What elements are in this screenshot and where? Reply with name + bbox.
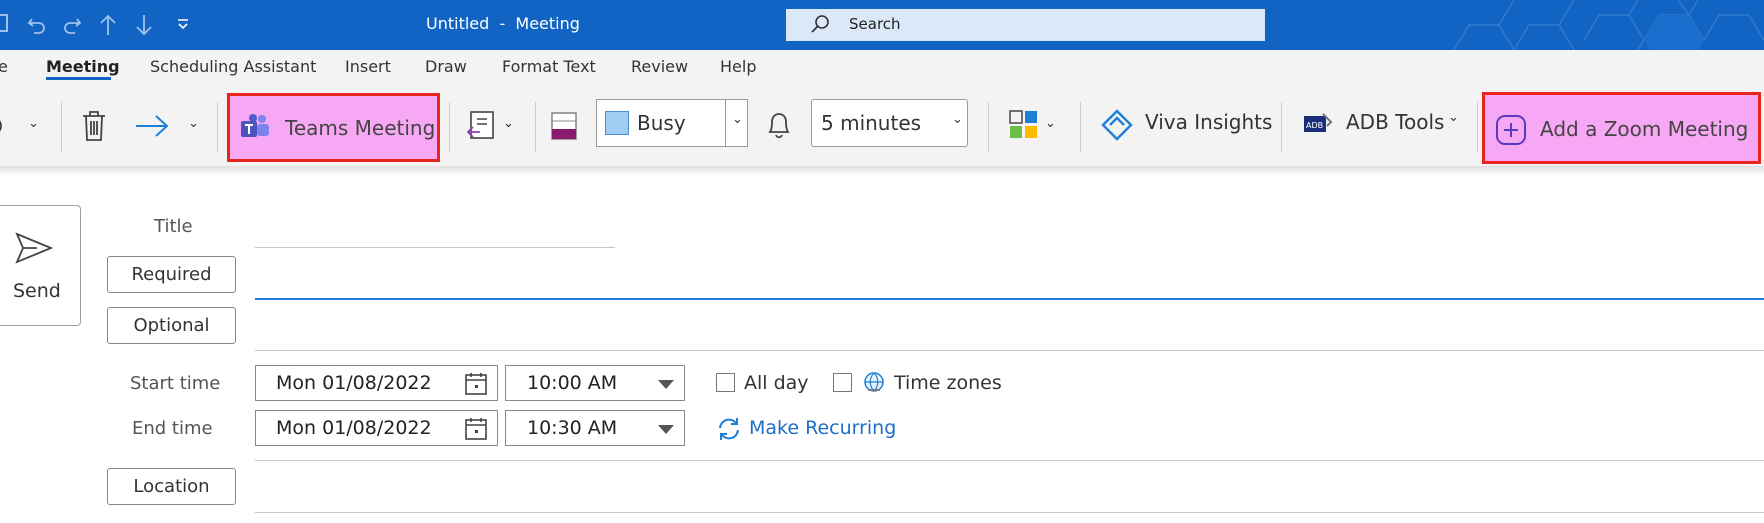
tab-help[interactable]: Help	[720, 57, 756, 76]
optional-attendees-button[interactable]: Optional	[107, 307, 236, 344]
svg-text:ADB: ADB	[1306, 121, 1323, 130]
reminder-chevron-icon: ⌄	[952, 112, 963, 127]
meeting-notes-chevron-icon[interactable]: ⌄	[503, 116, 514, 131]
add-plus-icon	[1496, 115, 1526, 145]
teams-meeting-label: Teams Meeting	[285, 116, 436, 140]
start-date-value: Mon 01/08/2022	[276, 372, 432, 394]
title-input[interactable]	[255, 247, 615, 248]
divider	[535, 102, 536, 152]
start-time-label: Start time	[130, 373, 221, 394]
start-time-dropdown[interactable]: 10:00 AM	[505, 365, 685, 401]
send-icon	[15, 232, 53, 264]
start-date-picker[interactable]: Mon 01/08/2022	[255, 365, 498, 401]
undo-icon[interactable]	[26, 13, 48, 35]
all-day-label: All day	[744, 372, 809, 394]
divider	[1080, 102, 1081, 152]
show-as-color-icon	[551, 112, 577, 140]
forward-chevron-icon[interactable]: ⌄	[188, 116, 199, 131]
teams-icon	[241, 114, 269, 137]
end-time-label: End time	[132, 418, 213, 439]
tab-review[interactable]: Review	[631, 57, 688, 76]
divider	[61, 102, 62, 152]
required-attendees-input[interactable]	[255, 298, 1764, 300]
categorize-icon[interactable]	[1009, 110, 1039, 140]
calendar-icon[interactable]	[464, 372, 488, 396]
end-time-value: 10:30 AM	[527, 417, 618, 439]
adb-tools-label[interactable]: ADB Tools	[1346, 110, 1444, 134]
divider	[1477, 102, 1478, 152]
down-arrow-icon[interactable]	[134, 14, 154, 36]
calendar-icon[interactable]	[464, 417, 488, 441]
show-as-chevron-icon: ⌄	[732, 112, 743, 127]
ribbon-tab-bar: e Meeting Scheduling Assistant Insert Dr…	[0, 50, 1764, 88]
tab-format-text[interactable]: Format Text	[502, 57, 596, 76]
hexagon-pattern-decoration	[1453, 0, 1764, 50]
search-placeholder: Search	[849, 15, 901, 33]
tab-file[interactable]: e	[0, 57, 8, 76]
divider	[449, 102, 450, 152]
redo-icon[interactable]	[61, 13, 83, 35]
up-arrow-icon[interactable]	[98, 14, 118, 36]
add-zoom-meeting-button[interactable]: Add a Zoom Meeting	[1482, 92, 1761, 164]
start-time-value: 10:00 AM	[527, 372, 618, 394]
adb-tools-icon[interactable]: ADB	[1303, 112, 1333, 138]
show-as-value: Busy	[637, 111, 686, 135]
busy-color-swatch	[605, 111, 629, 135]
chevron-down-icon[interactable]: ⌄	[28, 116, 39, 131]
customize-toolbar-icon[interactable]	[177, 18, 189, 30]
location-input[interactable]	[255, 512, 1764, 513]
end-date-picker[interactable]: Mon 01/08/2022	[255, 410, 498, 446]
divider	[255, 460, 1764, 461]
show-as-dropdown[interactable]: Busy ⌄	[596, 99, 748, 147]
search-icon	[811, 15, 829, 33]
location-button[interactable]: Location	[107, 468, 236, 505]
recurring-icon[interactable]	[716, 417, 742, 441]
required-attendees-button[interactable]: Required	[107, 256, 236, 293]
tab-draw[interactable]: Draw	[425, 57, 467, 76]
time-zones-checkbox[interactable]	[833, 373, 852, 392]
divider	[1281, 102, 1282, 152]
save-icon[interactable]	[0, 14, 8, 32]
reminder-bell-icon	[768, 113, 790, 139]
divider	[217, 102, 218, 152]
title-label: Title	[154, 216, 193, 237]
categorize-chevron-icon[interactable]: ⌄	[1045, 116, 1056, 131]
adb-tools-chevron-icon[interactable]: ⌄	[1448, 110, 1459, 125]
viva-insights-label[interactable]: Viva Insights	[1145, 110, 1272, 134]
meeting-notes-icon[interactable]	[466, 110, 496, 144]
end-time-dropdown-arrow-icon	[658, 425, 674, 434]
tab-meeting[interactable]: Meeting	[46, 57, 120, 76]
title-bar: Untitled - Meeting Search	[0, 0, 1764, 50]
optional-attendees-input[interactable]	[255, 350, 1764, 351]
teams-meeting-button[interactable]: Teams Meeting	[227, 93, 440, 162]
reminder-dropdown[interactable]: 5 minutes ⌄	[811, 99, 968, 147]
end-date-value: Mon 01/08/2022	[276, 417, 432, 439]
viva-insights-icon[interactable]	[1100, 108, 1134, 142]
window-title: Untitled - Meeting	[426, 14, 580, 33]
partial-control-icon[interactable]	[0, 112, 8, 142]
delete-icon[interactable]	[81, 110, 107, 142]
ribbon-shadow	[0, 166, 1764, 176]
divider	[988, 102, 989, 152]
divider	[725, 100, 726, 146]
make-recurring-link[interactable]: Make Recurring	[749, 417, 896, 439]
ribbon-toolbar: ⌄ ⌄ Teams Meeting ⌄ Busy ⌄ 5 minutes ⌄ ⌄…	[0, 88, 1764, 166]
tab-scheduling-assistant[interactable]: Scheduling Assistant	[150, 57, 316, 76]
all-day-checkbox[interactable]	[716, 373, 735, 392]
send-button[interactable]: Send	[0, 205, 81, 326]
reminder-value: 5 minutes	[821, 111, 922, 135]
search-input[interactable]: Search	[786, 9, 1265, 41]
end-time-dropdown[interactable]: 10:30 AM	[505, 410, 685, 446]
time-zones-label: Time zones	[894, 372, 1002, 394]
add-zoom-meeting-label: Add a Zoom Meeting	[1540, 117, 1749, 141]
active-tab-indicator	[46, 77, 111, 80]
send-label: Send	[13, 280, 61, 302]
forward-arrow-icon[interactable]	[134, 114, 170, 138]
tab-insert[interactable]: Insert	[345, 57, 391, 76]
globe-icon	[864, 372, 884, 392]
start-time-dropdown-arrow-icon	[658, 380, 674, 389]
